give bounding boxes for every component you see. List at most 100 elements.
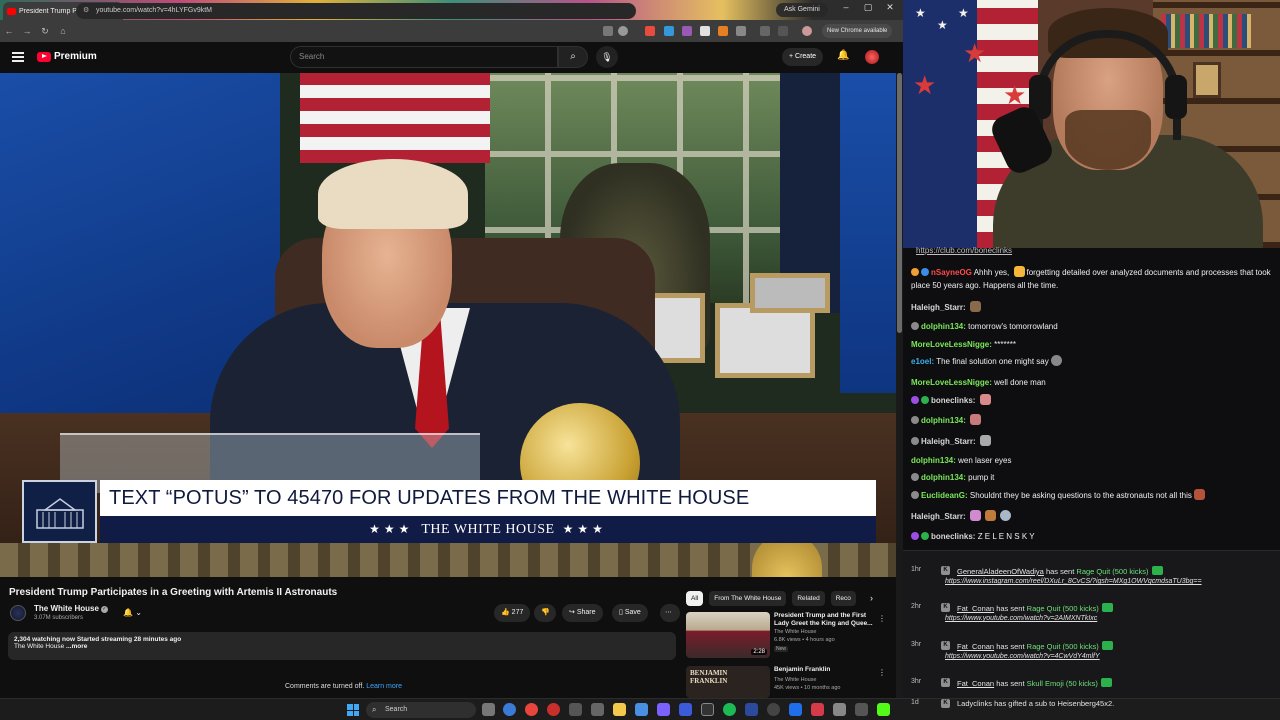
edge-icon[interactable] <box>503 703 516 716</box>
app-icon[interactable] <box>635 703 648 716</box>
chat-username[interactable]: dolphin134: <box>911 456 956 465</box>
file-explorer-icon[interactable] <box>613 703 626 716</box>
video-thumbnail[interactable]: 2:28 <box>686 612 770 658</box>
app-icon[interactable] <box>679 703 692 716</box>
app-icon[interactable] <box>833 703 846 716</box>
chat-username[interactable]: Haleigh_Starr: <box>921 437 976 446</box>
extension-icon[interactable] <box>700 26 710 36</box>
more-actions-button[interactable]: ⋯ <box>660 604 680 622</box>
app-icon[interactable] <box>789 703 802 716</box>
obs-icon[interactable] <box>701 703 714 716</box>
forward-arrow-icon[interactable]: → <box>18 26 36 36</box>
extension-icon[interactable] <box>664 26 674 36</box>
save-button[interactable]: ▯ Save <box>612 604 648 622</box>
video-thumbnail[interactable]: BENJAMIN FRANKLIN <box>686 666 770 698</box>
description-box[interactable]: 2,304 watching now Started streaming 28 … <box>8 632 676 660</box>
video-player[interactable]: TEXT “POTUS” TO 45470 FOR UPDATES FROM T… <box>0 73 896 577</box>
app-icon[interactable] <box>547 703 560 716</box>
subscription-bell-button[interactable]: 🔔 ⌄ <box>117 605 148 621</box>
learn-more-link[interactable]: Learn more <box>366 683 402 690</box>
menu-hamburger-icon[interactable] <box>12 52 24 62</box>
chat-username[interactable]: MoreLoveLessNigge: <box>911 340 992 349</box>
search-input[interactable]: Search <box>290 46 558 68</box>
extension-icon[interactable] <box>718 26 728 36</box>
maximize-button[interactable]: ▢ <box>860 2 876 13</box>
extensions-puzzle-icon[interactable] <box>736 26 746 36</box>
event-user[interactable]: Fat_Conan <box>957 679 994 688</box>
site-info-icon[interactable]: ⚙ <box>83 3 89 19</box>
app-icon[interactable] <box>745 703 758 716</box>
app-icon[interactable] <box>591 703 604 716</box>
channel-name[interactable]: The White House ✓ <box>34 604 108 613</box>
chip-from-channel[interactable]: From The White House <box>709 591 787 606</box>
recommended-video[interactable]: 2:28 President Trump and the First Lady … <box>686 612 886 660</box>
search-button[interactable]: ⌕ <box>558 46 588 68</box>
dislike-button[interactable]: 👎 <box>534 604 556 622</box>
voice-search-button[interactable]: 🎙 <box>596 46 618 68</box>
notifications-bell-icon[interactable]: 🔔 <box>837 50 849 61</box>
discord-icon[interactable] <box>657 703 670 716</box>
account-avatar[interactable] <box>865 50 879 64</box>
page-scrollbar[interactable] <box>896 73 903 698</box>
chat-username[interactable]: dolphin134: <box>921 322 966 331</box>
back-arrow-icon[interactable]: ← <box>0 26 18 36</box>
bookmark-star-icon[interactable] <box>618 26 628 36</box>
chat-username[interactable]: Haleigh_Starr: <box>911 303 966 312</box>
extension-icon[interactable] <box>682 26 692 36</box>
event-user[interactable]: Ladyclinks <box>957 699 992 708</box>
event-link[interactable]: https://www.youtube.com/watch?v=2AIMXNTk… <box>945 615 1097 622</box>
kick-icon[interactable] <box>877 703 890 716</box>
chat-username[interactable]: dolphin134: <box>921 473 966 482</box>
downloads-icon[interactable] <box>778 26 788 36</box>
recommended-title[interactable]: President Trump and the First Lady Greet… <box>774 612 874 628</box>
create-button[interactable]: + Create <box>782 48 824 66</box>
chip-recommended[interactable]: Reco <box>830 591 856 606</box>
chat-username[interactable]: MoreLoveLessNigge: <box>911 378 992 387</box>
close-window-button[interactable]: ✕ <box>882 2 898 13</box>
ask-gemini-button[interactable]: Ask Gemini <box>776 3 828 17</box>
chat-top-link[interactable]: https://club.com/boneclinks <box>916 246 1012 255</box>
extension-icon[interactable] <box>645 26 655 36</box>
install-app-icon[interactable] <box>603 26 613 36</box>
chat-username[interactable]: dolphin134: <box>921 416 966 425</box>
chevron-right-icon[interactable]: › <box>870 593 873 603</box>
chrome-icon[interactable] <box>525 703 538 716</box>
sidebar-icon[interactable] <box>760 26 770 36</box>
chat-username[interactable]: Haleigh_Starr: <box>911 512 966 521</box>
task-view-icon[interactable] <box>482 703 495 716</box>
event-link[interactable]: https://www.instagram.com/reel/DXuLr_8Cv… <box>945 578 1202 585</box>
more-options-icon[interactable]: ⋮ <box>878 614 886 623</box>
minimize-button[interactable]: – <box>838 2 854 12</box>
chat-username[interactable]: EuclideanG: <box>921 491 968 500</box>
chat-username[interactable]: boneclinks: <box>931 532 975 541</box>
more-options-icon[interactable]: ⋮ <box>878 668 886 677</box>
event-user[interactable]: Fat_Conan <box>957 642 994 651</box>
app-icon[interactable] <box>767 703 780 716</box>
event-user[interactable]: GeneralAladeenOfWadiya <box>957 567 1044 576</box>
show-more-link[interactable]: ...more <box>66 643 87 650</box>
spotify-icon[interactable] <box>723 703 736 716</box>
chip-related[interactable]: Related <box>792 591 825 606</box>
update-chrome-button[interactable]: New Chrome available <box>822 24 893 38</box>
recommended-title[interactable]: Benjamin Franklin <box>774 666 874 674</box>
channel-avatar[interactable] <box>10 605 26 621</box>
app-icon[interactable] <box>811 703 824 716</box>
like-button[interactable]: 👍 277 <box>494 604 530 622</box>
reload-icon[interactable]: ↻ <box>36 26 54 37</box>
home-icon[interactable]: ⌂ <box>54 26 72 36</box>
scrollbar-thumb[interactable] <box>897 73 902 333</box>
profile-avatar[interactable] <box>802 26 812 36</box>
chip-all[interactable]: All <box>686 591 704 606</box>
taskbar-search[interactable]: ⌕ Search <box>366 702 476 718</box>
app-icon[interactable] <box>855 703 868 716</box>
share-button[interactable]: ↪ Share <box>562 604 603 622</box>
chat-username[interactable]: e1oel: <box>911 357 934 366</box>
event-user[interactable]: Fat_Conan <box>957 604 994 613</box>
chat-username[interactable]: nSayneOG <box>931 268 972 277</box>
chat-username[interactable]: boneclinks: <box>931 396 975 405</box>
app-icon[interactable] <box>569 703 582 716</box>
windows-start-icon[interactable] <box>347 704 359 716</box>
event-link[interactable]: https://www.youtube.com/watch?v=4CwVdY4m… <box>945 653 1100 660</box>
youtube-logo[interactable]: Premium <box>37 51 97 62</box>
recommended-video[interactable]: BENJAMIN FRANKLIN Benjamin Franklin The … <box>686 666 886 698</box>
